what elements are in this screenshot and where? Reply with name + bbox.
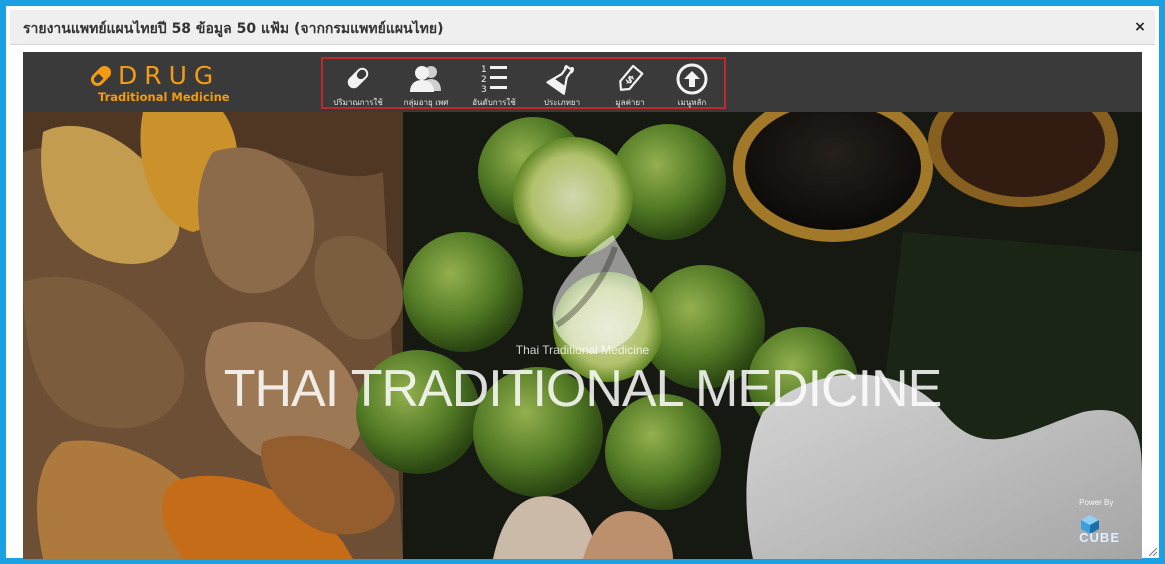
logo-subtitle: Traditional Medicine — [98, 90, 230, 104]
ordered-list-icon: 1 2 3 — [481, 65, 507, 95]
svg-text:1: 1 — [481, 65, 487, 75]
resize-handle[interactable] — [1149, 548, 1157, 556]
leaf-watermark-icon — [552, 235, 643, 354]
close-button[interactable]: × — [1131, 18, 1149, 36]
report-dialog: รายงานแพทย์แผนไทยปี 58 ข้อมูล 50 แฟ้ม (จ… — [0, 0, 1165, 564]
nav-label: เมนูหลัก — [677, 98, 707, 107]
powered-by-badge: Power By CUBE — [1079, 498, 1120, 545]
nav-item-drug-type[interactable]: ประเภทยา — [527, 60, 597, 108]
nav-label: มูลค่ายา — [615, 98, 645, 107]
pill-icon — [347, 67, 369, 89]
nav-label: อันดับการใช้ — [472, 98, 516, 107]
drug-logo[interactable]: DRUG Traditional Medicine — [88, 62, 258, 107]
nav-item-usage-volume[interactable]: ปริมาณการใช้ — [323, 60, 393, 108]
nav-label: กลุ่มอายุ เพศ — [403, 98, 449, 107]
powered-by-brand: CUBE — [1079, 530, 1120, 545]
users-icon — [410, 66, 441, 92]
nav-item-drug-value[interactable]: $ มูลค่ายา — [595, 60, 665, 108]
svg-text:3: 3 — [481, 85, 487, 95]
nav-item-age-gender[interactable]: กลุ่มอายุ เพศ — [391, 60, 461, 108]
nav-item-usage-rank[interactable]: 1 2 3 อันดับการใช้ — [459, 60, 529, 108]
pill-logo-icon — [90, 65, 112, 87]
logo-word: DRUG — [118, 61, 221, 90]
nav-label: ปริมาณการใช้ — [333, 98, 383, 107]
nav-item-main-menu[interactable]: เมนูหลัก — [657, 60, 727, 108]
dashboard-header: DRUG Traditional Medicine ปริมาณการใช้ ก… — [23, 52, 1142, 112]
dialog-titlebar: รายงานแพทย์แผนไทยปี 58 ข้อมูล 50 แฟ้ม (จ… — [10, 10, 1155, 45]
hero-banner: Thai Traditional Medicine THAI TRADITION… — [23, 112, 1142, 559]
powered-by-text: Power By — [1079, 498, 1114, 507]
dashboard-frame: DRUG Traditional Medicine ปริมาณการใช้ ก… — [23, 52, 1142, 559]
flask-icon — [546, 64, 574, 95]
price-tag-icon: $ — [619, 64, 644, 91]
arrow-up-circle-icon — [676, 63, 708, 95]
svg-text:2: 2 — [481, 75, 487, 85]
dialog-title: รายงานแพทย์แผนไทยปี 58 ข้อมูล 50 แฟ้ม (จ… — [23, 21, 444, 37]
hero-caption: Thai Traditional Medicine — [515, 343, 650, 357]
nav-label: ประเภทยา — [543, 98, 581, 107]
main-nav: ปริมาณการใช้ กลุ่มอายุ เพศ 1 2 3 อันดับก… — [321, 57, 726, 109]
hero-title: THAI TRADITIONAL MEDICINE — [223, 360, 943, 418]
